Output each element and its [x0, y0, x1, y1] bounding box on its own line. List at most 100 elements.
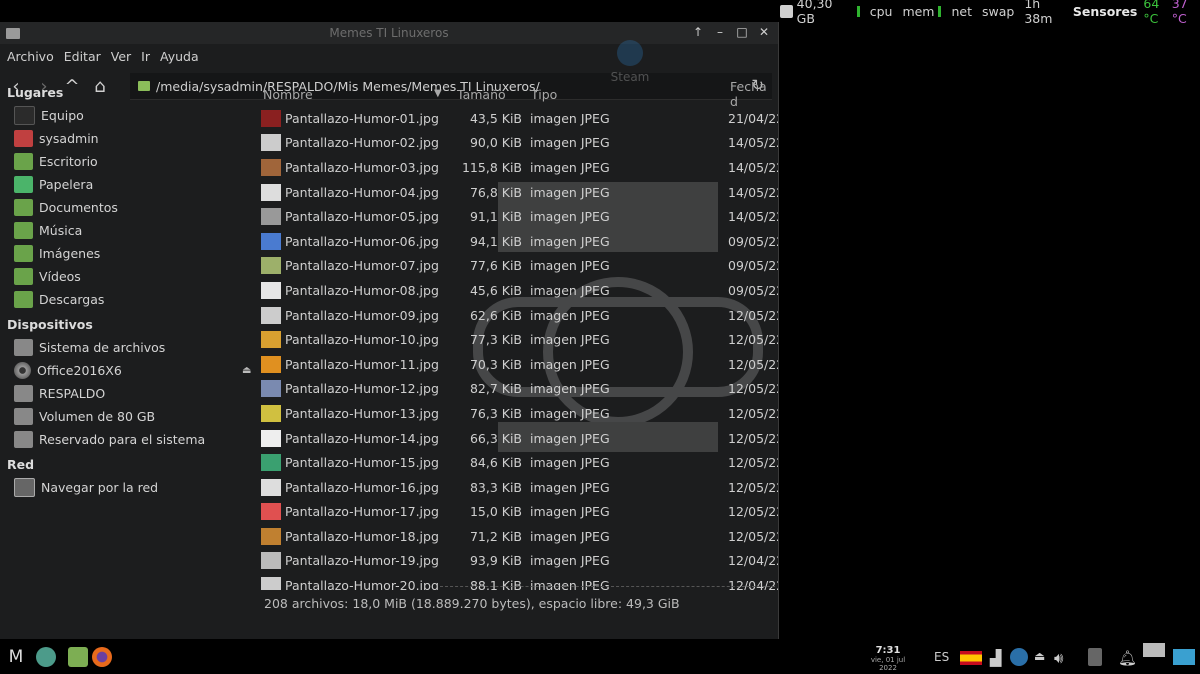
- file-date: 12/04/22: [728, 553, 778, 569]
- file-size: 77,3 KiB: [469, 332, 522, 348]
- computer-icon: [14, 106, 35, 125]
- file-name: Pantallazo-Humor-04.jpg: [285, 184, 439, 200]
- sidebar-item-descargas[interactable]: Descargas: [0, 288, 258, 311]
- file-size: 76,8 KiB: [469, 184, 522, 200]
- cpu-label: cpu: [869, 3, 893, 19]
- table-row[interactable]: Pantallazo-Humor-15.jpg 84,6 KiB imagen JP…: [258, 450, 778, 475]
- music-folder-icon: [14, 222, 33, 239]
- file-date: 12/05/22: [728, 430, 778, 446]
- keep-above-icon[interactable]: ↑: [690, 24, 706, 40]
- sidebar-item-network[interactable]: Navegar por la red: [0, 476, 258, 499]
- table-row[interactable]: Pantallazo-Humor-19.jpg 93,9 KiB imagen JP…: [258, 549, 778, 574]
- table-row[interactable]: Pantallazo-Humor-16.jpg 83,3 KiB imagen JP…: [258, 475, 778, 500]
- column-date[interactable]: Fecha d: [730, 82, 778, 109]
- workspace-1-icon[interactable]: [1143, 643, 1165, 657]
- sidebar-item-musica[interactable]: Música: [0, 219, 258, 242]
- table-row[interactable]: Pantallazo-Humor-04.jpg 76,8 KiB imagen JP…: [258, 180, 778, 205]
- title-bar[interactable]: Memes TI Linuxeros ↑ – □ ✕: [0, 22, 778, 44]
- spain-flag-icon[interactable]: [960, 651, 982, 665]
- sidebar-item-equipo[interactable]: Equipo: [0, 104, 258, 127]
- hard-disk-icon: [779, 4, 793, 18]
- taskbar: M 7:31 vie, 01 jul 2022 ES ▟ ⏏ 🔊︎ 🔔︎: [0, 639, 1200, 674]
- table-row[interactable]: Pantallazo-Humor-05.jpg 91,1 KiB imagen JP…: [258, 204, 778, 229]
- close-icon[interactable]: ✕: [756, 24, 772, 40]
- menu-ir[interactable]: Ir: [141, 49, 150, 64]
- table-row[interactable]: Pantallazo-Humor-02.jpg 90,0 KiB imagen JP…: [258, 131, 778, 156]
- file-type: imagen JPEG: [530, 332, 610, 348]
- file-type: imagen JPEG: [530, 430, 610, 446]
- sidebar-item-documentos[interactable]: Documentos: [0, 196, 258, 219]
- eject-tray-icon[interactable]: ⏏: [1034, 649, 1045, 663]
- table-row[interactable]: Pantallazo-Humor-18.jpg 71,2 KiB imagen JP…: [258, 524, 778, 549]
- table-row[interactable]: Pantallazo-Humor-17.jpg 15,0 KiB imagen JP…: [258, 500, 778, 525]
- menu-archivo[interactable]: Archivo: [7, 49, 54, 64]
- volume-icon[interactable]: 🔊︎: [1054, 649, 1063, 667]
- update-manager-icon[interactable]: [36, 647, 56, 667]
- column-type[interactable]: Tipo: [531, 87, 557, 102]
- menu-ayuda[interactable]: Ayuda: [160, 49, 199, 64]
- clock[interactable]: 7:31 vie, 01 jul 2022: [868, 645, 908, 672]
- drive-icon: [14, 385, 33, 402]
- table-row[interactable]: Pantallazo-Humor-14.jpg 66,3 KiB imagen JP…: [258, 426, 778, 451]
- sidebar-item-filesystem[interactable]: Sistema de archivos: [0, 336, 258, 359]
- pictures-folder-icon: [14, 245, 33, 262]
- sidebar-item-office[interactable]: Office2016X6 ⏏: [0, 359, 258, 382]
- sidebar-item-reservado[interactable]: Reservado para el sistema: [0, 428, 258, 451]
- signal-icon[interactable]: ▟: [990, 649, 1002, 667]
- temp-cpu: 64 °C: [1143, 0, 1160, 26]
- table-row[interactable]: Pantallazo-Humor-10.jpg 77,3 KiB imagen JP…: [258, 327, 778, 352]
- file-manager-icon[interactable]: [68, 647, 88, 667]
- table-row[interactable]: Pantallazo-Humor-03.jpg 115,8 KiB imagen J…: [258, 155, 778, 180]
- file-size: 77,6 KiB: [469, 258, 522, 274]
- file-date: 09/05/22: [728, 282, 778, 298]
- battery-icon[interactable]: [1088, 648, 1102, 666]
- drive-icon: [14, 408, 33, 425]
- table-row[interactable]: Pantallazo-Humor-01.jpg 43,5 KiB imagen JP…: [258, 106, 778, 131]
- sidebar-item-label: sysadmin: [39, 131, 99, 146]
- notification-bell-icon[interactable]: 🔔︎: [1118, 649, 1137, 667]
- menu-editar[interactable]: Editar: [64, 49, 101, 64]
- menu-icon[interactable]: M: [6, 647, 26, 667]
- file-date: 12/05/22: [728, 504, 778, 520]
- minimize-icon[interactable]: –: [712, 24, 728, 40]
- file-type: imagen JPEG: [530, 159, 610, 175]
- table-row[interactable]: Pantallazo-Humor-08.jpg 45,6 KiB imagen JP…: [258, 278, 778, 303]
- net-label: net: [951, 3, 972, 19]
- file-size: 71,2 KiB: [469, 528, 522, 544]
- workspace-2-icon[interactable]: [1173, 649, 1195, 665]
- trash-icon: [14, 176, 33, 193]
- sidebar-item-imagenes[interactable]: Imágenes: [0, 242, 258, 265]
- table-row[interactable]: Pantallazo-Humor-13.jpg 76,3 KiB imagen JP…: [258, 401, 778, 426]
- file-size: 15,0 KiB: [469, 504, 522, 520]
- maximize-icon[interactable]: □: [734, 24, 750, 40]
- file-name: Pantallazo-Humor-17.jpg: [285, 504, 439, 520]
- disk-meter: [856, 5, 860, 17]
- eject-icon[interactable]: ⏏: [242, 365, 251, 376]
- temp-gpu: 37 °C: [1171, 0, 1188, 26]
- menu-ver[interactable]: Ver: [111, 49, 131, 64]
- column-name[interactable]: Nombre: [263, 87, 313, 102]
- sort-down-icon[interactable]: ▼: [434, 88, 442, 99]
- sidebar-item-respaldo[interactable]: RESPALDO: [0, 382, 258, 405]
- file-type: imagen JPEG: [530, 381, 610, 397]
- file-type: imagen JPEG: [530, 258, 610, 274]
- sidebar-item-volumen[interactable]: Volumen de 80 GB: [0, 405, 258, 428]
- column-size[interactable]: Tamaño: [457, 87, 506, 102]
- sidebar-item-escritorio[interactable]: Escritorio: [0, 150, 258, 173]
- table-row[interactable]: Pantallazo-Humor-11.jpg 70,3 KiB imagen JP…: [258, 352, 778, 377]
- steam-tray-icon[interactable]: [1010, 648, 1028, 666]
- sidebar-item-sysadmin[interactable]: sysadmin: [0, 127, 258, 150]
- file-name: Pantallazo-Humor-15.jpg: [285, 455, 439, 471]
- table-row[interactable]: Pantallazo-Humor-07.jpg 77,6 KiB imagen JP…: [258, 254, 778, 279]
- steam-desktop-icon[interactable]: Steam: [600, 40, 660, 84]
- table-row[interactable]: Pantallazo-Humor-09.jpg 62,6 KiB imagen JP…: [258, 303, 778, 328]
- file-size: 45,6 KiB: [469, 282, 522, 298]
- sidebar-item-videos[interactable]: Vídeos: [0, 265, 258, 288]
- sidebar-item-papelera[interactable]: Papelera: [0, 173, 258, 196]
- firefox-icon[interactable]: [92, 647, 112, 667]
- table-row[interactable]: Pantallazo-Humor-12.jpg 82,7 KiB imagen JP…: [258, 377, 778, 402]
- table-row[interactable]: Pantallazo-Humor-20.jpg 88,1 KiB imagen JP…: [258, 573, 778, 590]
- table-row[interactable]: Pantallazo-Humor-06.jpg 94,1 KiB imagen JP…: [258, 229, 778, 254]
- file-name: Pantallazo-Humor-06.jpg: [285, 233, 439, 249]
- keyboard-layout[interactable]: ES: [934, 650, 949, 664]
